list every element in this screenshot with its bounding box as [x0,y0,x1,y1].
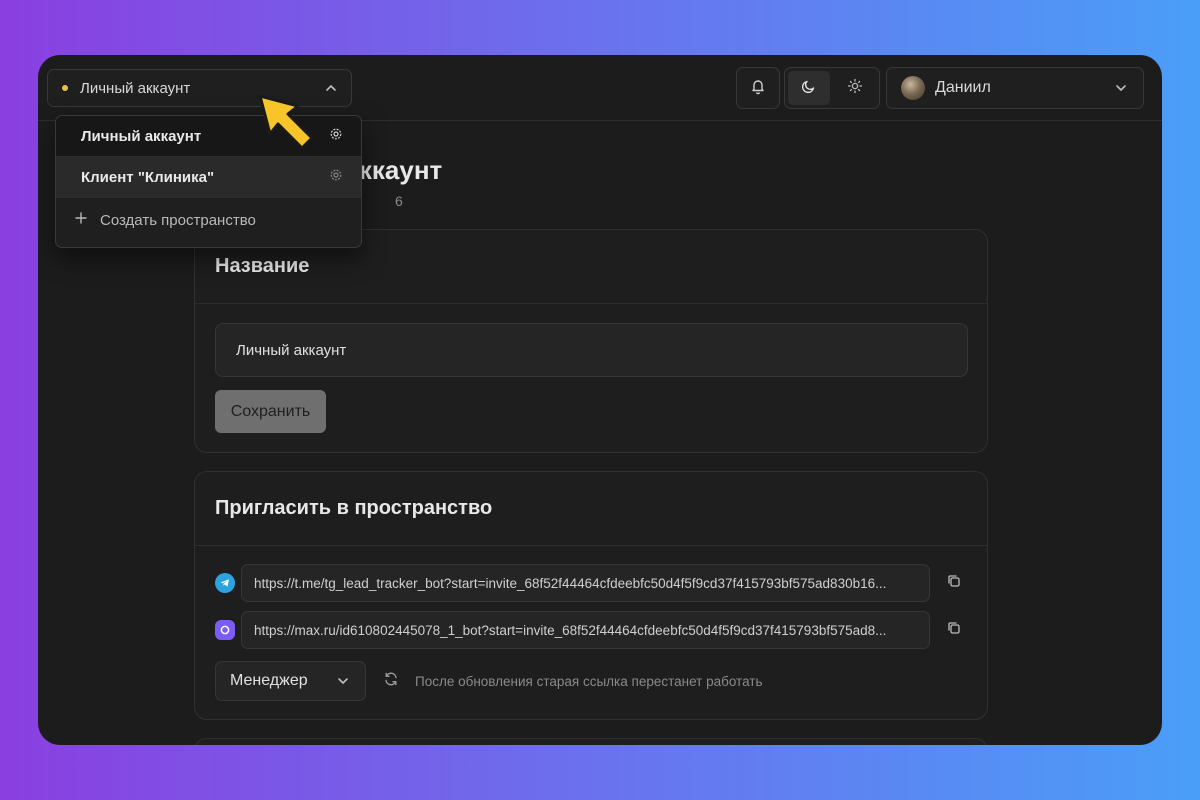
next-card [194,738,988,745]
user-name: Даниил [935,79,991,96]
copy-max-link-button[interactable] [934,611,974,649]
workspace-name-input[interactable]: Личный аккаунт [215,323,968,377]
arrow-pointer-icon [258,94,314,150]
telegram-invite-link[interactable]: https://t.me/tg_lead_tracker_bot?start=i… [241,564,930,602]
app-window: Личный аккаунт Даниил аккаунт 6 Название… [38,55,1162,745]
workspace-menu-item-clinic[interactable]: Клиент "Клиника" [56,157,361,198]
avatar [901,76,925,100]
gear-icon[interactable] [329,127,343,145]
dark-theme-button[interactable] [788,71,830,105]
bell-icon [749,77,767,100]
name-card: Название Личный аккаунт Сохранить [194,229,988,453]
moon-icon [801,78,817,99]
refresh-hint: После обновления старая ссылка перестане… [415,674,763,689]
refresh-icon [383,671,399,692]
copy-telegram-link-button[interactable] [934,564,974,602]
chevron-down-icon [1113,80,1129,96]
telegram-icon [215,573,235,593]
create-workspace-button[interactable]: Создать пространство [56,198,361,242]
copy-icon [946,620,962,641]
telegram-invite-row: https://t.me/tg_lead_tracker_bot?start=i… [215,564,975,602]
light-theme-button[interactable] [834,71,876,105]
workspace-status-dot [62,85,68,91]
refresh-link-button[interactable] [379,669,403,693]
role-select[interactable]: Менеджер [215,661,366,701]
theme-toggle-group [784,67,880,109]
notifications-button[interactable] [736,67,780,109]
save-button[interactable]: Сохранить [215,390,326,433]
chevron-down-icon [335,673,351,689]
gear-icon[interactable] [329,168,343,186]
top-bar: Личный аккаунт Даниил [38,55,1162,121]
workspace-menu-item-label: Клиент "Клиника" [81,168,215,186]
invite-card-title: Пригласить в пространство [195,472,987,546]
plus-icon [74,211,90,229]
max-invite-link[interactable]: https://max.ru/id610802445078_1_bot?star… [241,611,930,649]
copy-icon [946,573,962,594]
invite-card: Пригласить в пространство https://t.me/t… [194,471,988,720]
role-select-value: Менеджер [230,672,308,689]
sun-icon [847,78,863,99]
max-icon [215,620,235,640]
user-menu-button[interactable]: Даниил [886,67,1144,109]
max-invite-row: https://max.ru/id610802445078_1_bot?star… [215,611,975,649]
chevron-up-icon [323,80,339,96]
create-workspace-label: Создать пространство [100,211,256,229]
